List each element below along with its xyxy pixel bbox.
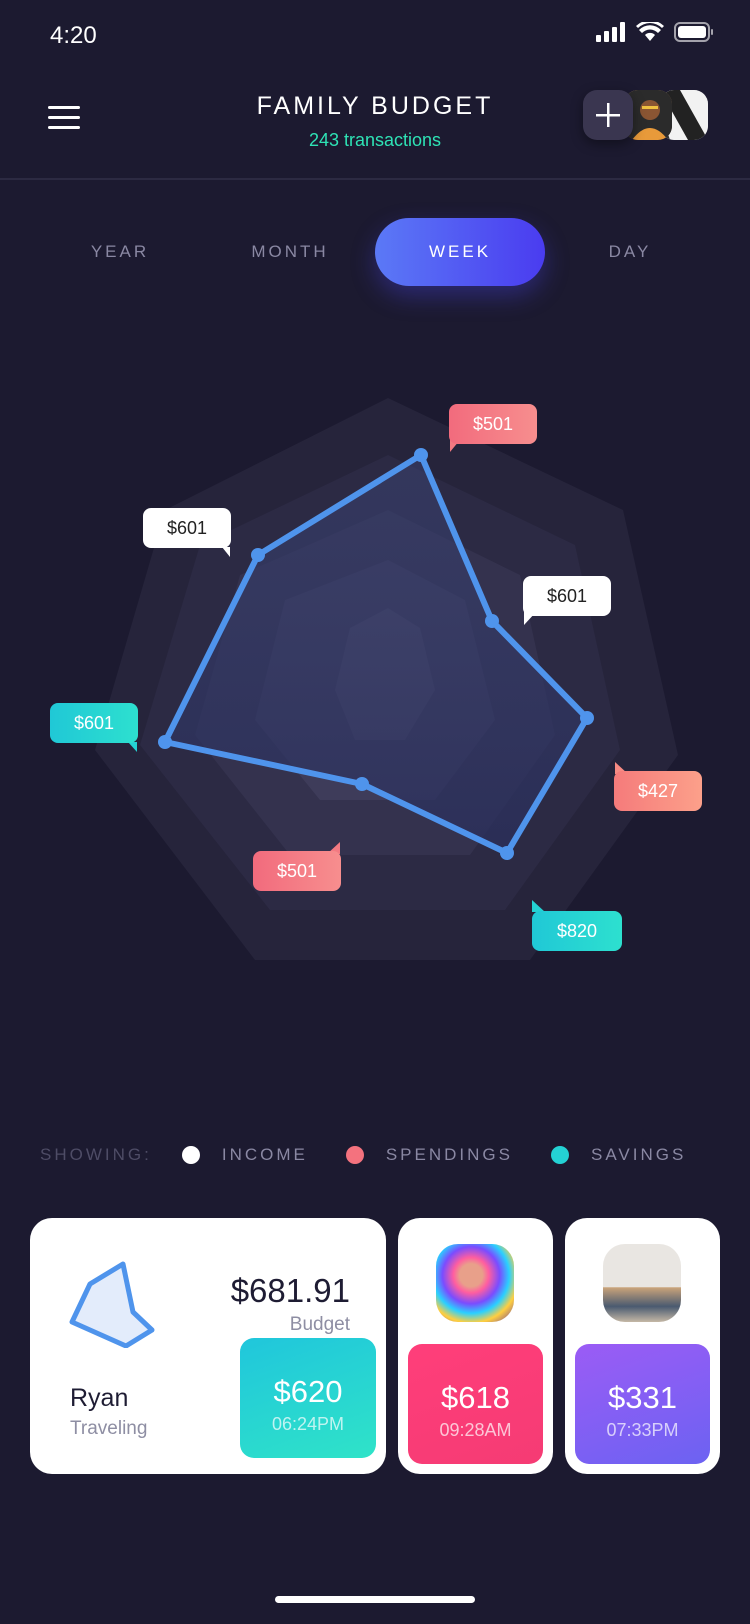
member-name: Ryan xyxy=(70,1384,129,1412)
legend-savings[interactable]: SAVINGS xyxy=(591,1145,686,1165)
member-activity: Traveling xyxy=(70,1418,148,1439)
header-divider xyxy=(0,178,750,180)
radar-point[interactable] xyxy=(355,777,369,791)
radar-point[interactable] xyxy=(158,735,172,749)
radar-point[interactable] xyxy=(485,614,499,628)
status-icons xyxy=(596,22,714,42)
plus-icon xyxy=(596,103,620,127)
radar-point[interactable] xyxy=(414,448,428,462)
expense-time: 06:24PM xyxy=(271,1414,345,1434)
menu-icon-line xyxy=(48,126,80,129)
status-time: 4:20 xyxy=(50,22,97,49)
expense-value: $618 xyxy=(441,1380,510,1415)
member-photo xyxy=(603,1244,681,1322)
expense-value: $331 xyxy=(608,1380,677,1415)
chart-label-savings: $601 xyxy=(50,703,138,743)
legend-dot-spendings xyxy=(345,1146,364,1164)
budget-amount: $681.91 xyxy=(230,1272,350,1309)
member-card[interactable]: $331 07:33PM xyxy=(565,1218,720,1474)
legend-label: SHOWING: xyxy=(40,1145,152,1164)
expense-tile[interactable]: $618 09:28AM xyxy=(408,1344,543,1464)
legend-dot-income xyxy=(181,1146,200,1164)
chart-label-income: $601 xyxy=(143,508,231,548)
chart-label-spendings: $427 xyxy=(614,771,702,811)
chart-label-spendings: $501 xyxy=(449,404,537,444)
member-card[interactable]: $618 09:28AM xyxy=(398,1218,553,1474)
expense-time: 09:28AM xyxy=(439,1420,512,1440)
tab-year[interactable]: YEAR xyxy=(35,218,205,286)
add-member-button[interactable] xyxy=(583,90,633,140)
legend-dot-savings xyxy=(550,1146,569,1164)
expense-value: $620 xyxy=(273,1374,343,1409)
legend-income[interactable]: INCOME xyxy=(222,1145,308,1165)
wifi-icon xyxy=(636,22,664,41)
expense-time: 07:33PM xyxy=(606,1420,679,1440)
chart-label-spendings: $501 xyxy=(253,851,341,891)
radar-point[interactable] xyxy=(251,548,265,562)
member-card-ryan[interactable]: $681.91 Budget Ryan Traveling $620 06:24… xyxy=(30,1218,386,1474)
legend-spendings[interactable]: SPENDINGS xyxy=(386,1145,513,1165)
member-photo xyxy=(436,1244,514,1322)
chart-legend: SHOWING: INCOME SPENDINGS SAVINGS xyxy=(40,1145,686,1165)
tab-day[interactable]: DAY xyxy=(545,218,715,286)
tab-month[interactable]: MONTH xyxy=(205,218,375,286)
expense-tile[interactable]: $620 06:24PM xyxy=(240,1338,376,1458)
chart-label-savings: $820 xyxy=(532,911,622,951)
home-indicator[interactable] xyxy=(275,1596,475,1603)
mini-radar-icon xyxy=(69,1261,155,1348)
battery-icon xyxy=(674,22,713,42)
chart-label-income: $601 xyxy=(523,576,611,616)
signal-icon xyxy=(596,22,625,42)
radar-point[interactable] xyxy=(500,846,514,860)
radar-point[interactable] xyxy=(580,711,594,725)
expense-tile[interactable]: $331 07:33PM xyxy=(575,1344,710,1464)
radar-chart xyxy=(95,398,678,960)
tab-week[interactable]: WEEK xyxy=(375,218,545,286)
budget-label: Budget xyxy=(289,1314,350,1335)
